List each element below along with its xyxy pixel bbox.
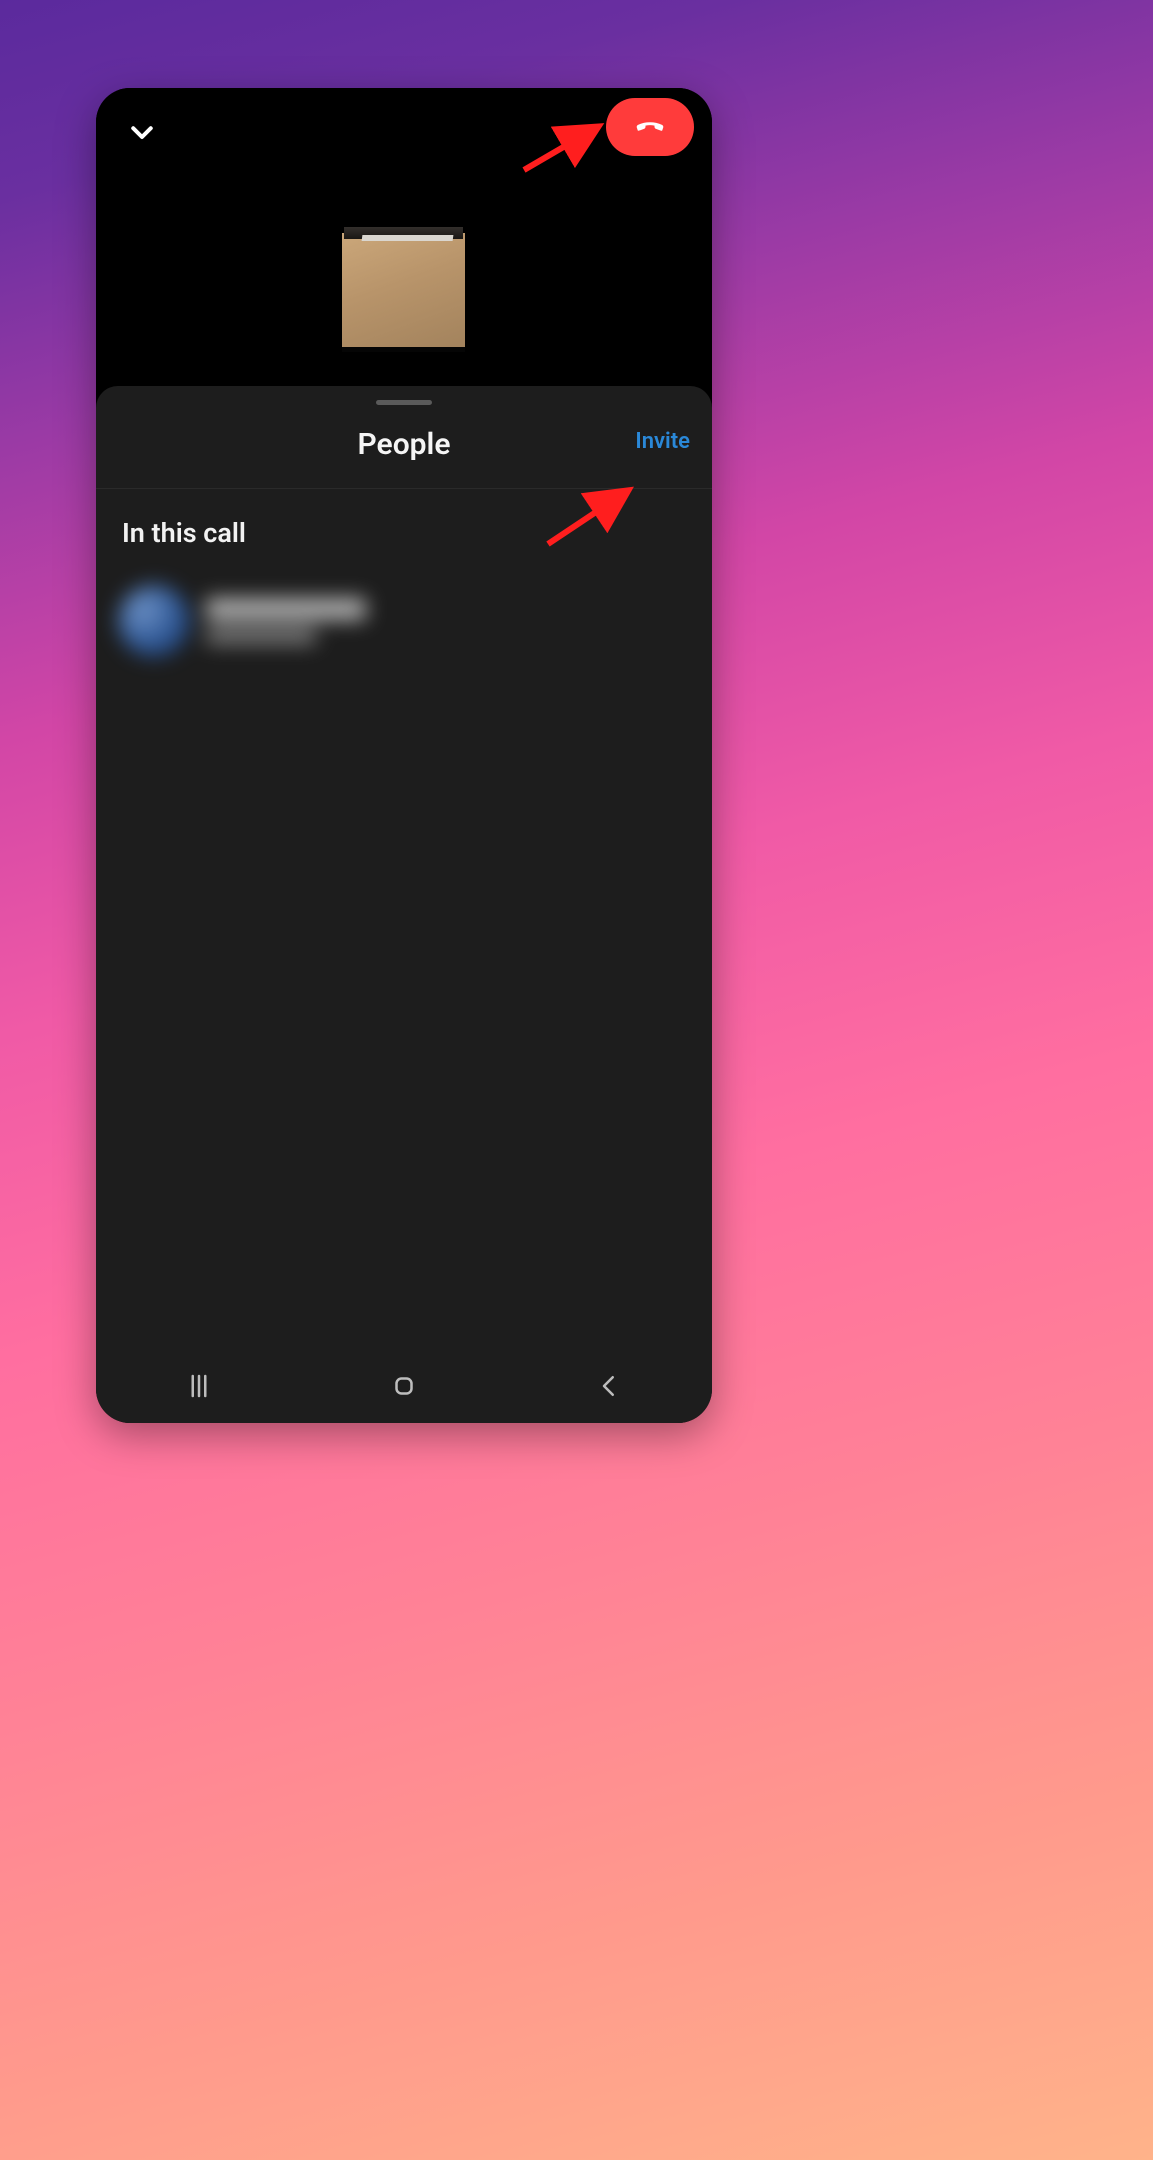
sheet-title: People (96, 427, 712, 462)
invite-link[interactable]: Invite (635, 429, 690, 454)
participant-row[interactable] (118, 567, 690, 675)
home-icon (389, 1371, 419, 1405)
collapse-button[interactable] (118, 110, 166, 158)
section-in-this-call: In this call (96, 489, 712, 563)
avatar (118, 585, 190, 657)
nav-home-button[interactable] (374, 1363, 434, 1413)
nav-back-button[interactable] (579, 1363, 639, 1413)
video-call-area (96, 88, 712, 386)
people-sheet: People Invite In this call (96, 386, 712, 1423)
participant-name (206, 598, 690, 644)
phone-frame: People Invite In this call (96, 88, 712, 1423)
nav-recents-button[interactable] (169, 1363, 229, 1413)
phone-hangup-icon (632, 107, 668, 147)
self-video-thumbnail[interactable] (342, 114, 465, 352)
sheet-header: People Invite (96, 427, 712, 489)
recents-icon (184, 1371, 214, 1405)
sheet-drag-handle[interactable] (376, 400, 432, 405)
chevron-down-icon (127, 117, 157, 151)
android-nav-bar (96, 1353, 712, 1423)
hangup-button[interactable] (606, 98, 694, 156)
back-icon (594, 1371, 624, 1405)
